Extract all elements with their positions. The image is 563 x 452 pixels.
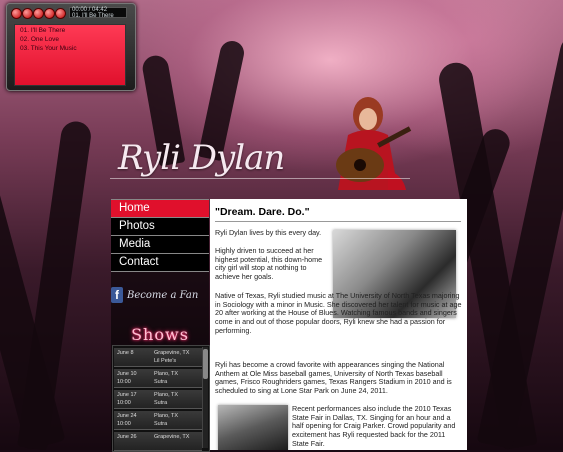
singer-photo	[336, 97, 412, 190]
show-venue: Sutra	[154, 400, 168, 406]
next-button[interactable]	[55, 8, 66, 19]
playlist: 01. I'll Be There 02. One Love 03. This …	[14, 24, 126, 86]
show-venue: Sutra	[154, 421, 168, 427]
music-player: 00:00 / 04:42 01. I'll Be There 01. I'll…	[6, 3, 136, 91]
show-place: Grapevine, TX	[154, 434, 190, 440]
nav-item-media[interactable]: Media	[111, 235, 209, 253]
play-button[interactable]	[22, 8, 33, 19]
show-item[interactable]: June 24 10:00 Plano, TX Sutra	[114, 411, 202, 430]
paragraph: Ryli Dylan lives by this every day.	[215, 228, 322, 237]
show-place: Plano, TX	[154, 392, 179, 398]
show-item[interactable]: June 8 Grapevine, TX Lil Pete's	[114, 348, 202, 367]
playlist-item[interactable]: 01. I'll Be There	[15, 25, 125, 34]
stop-button[interactable]	[44, 8, 55, 19]
show-date: June 10	[117, 371, 137, 377]
show-item[interactable]: June 10 10:00 Plano, TX Sutra	[114, 369, 202, 388]
shows-list: June 8 Grapevine, TX Lil Pete's June 10 …	[112, 345, 210, 452]
player-track: 01. I'll Be There	[72, 12, 114, 19]
show-time: 10:00	[117, 421, 131, 427]
paragraph: Recent performances also include the 201…	[292, 404, 456, 448]
facebook-fan-link[interactable]: f Become a Fan	[111, 287, 209, 305]
fan-label: Become a Fan	[127, 290, 199, 301]
shows-heading: Shows	[131, 325, 189, 344]
site-title: Ryli Dylan	[118, 138, 285, 178]
show-time: 10:00	[117, 379, 131, 385]
facebook-icon: f	[111, 287, 123, 303]
playlist-item[interactable]: 03. This Your Music	[15, 43, 125, 52]
paragraph: Ryli has become a crowd favorite with ap…	[215, 360, 452, 396]
show-place: Plano, TX	[154, 413, 179, 419]
show-date: June 17	[117, 392, 137, 398]
show-time: 10:00	[117, 400, 131, 406]
show-place: Plano, TX	[154, 371, 179, 377]
heading-divider	[215, 221, 461, 222]
show-place: Grapevine, TX	[154, 350, 190, 356]
main-content: "Dream. Dare. Do." Ryli Dylan lives by t…	[210, 199, 467, 450]
player-display: 00:00 / 04:42 01. I'll Be There	[69, 7, 127, 18]
pause-button[interactable]	[33, 8, 44, 19]
main-nav: Home Photos Media Contact	[111, 199, 209, 272]
show-item[interactable]: June 26 Grapevine, TX	[114, 432, 202, 451]
nav-item-home[interactable]: Home	[111, 199, 209, 217]
shows-scrollbar[interactable]	[202, 347, 208, 448]
performance-photo	[218, 405, 288, 450]
show-date: June 24	[117, 413, 137, 419]
paragraph: Highly driven to succeed at her highest …	[215, 246, 323, 282]
scrollbar-thumb[interactable]	[203, 349, 208, 379]
show-date: June 26	[117, 434, 137, 440]
show-item[interactable]: June 17 10:00 Plano, TX Sutra	[114, 390, 202, 409]
paragraph: Native of Texas, Ryli studied music at T…	[215, 291, 462, 335]
content-heading: "Dream. Dare. Do."	[215, 206, 310, 218]
prev-button[interactable]	[11, 8, 22, 19]
show-venue: Lil Pete's	[154, 358, 177, 364]
nav-item-contact[interactable]: Contact	[111, 253, 209, 272]
playlist-item[interactable]: 02. One Love	[15, 34, 125, 43]
show-date: June 8	[117, 350, 134, 356]
nav-item-photos[interactable]: Photos	[111, 217, 209, 235]
title-underline	[110, 178, 410, 179]
show-venue: Sutra	[154, 379, 168, 385]
